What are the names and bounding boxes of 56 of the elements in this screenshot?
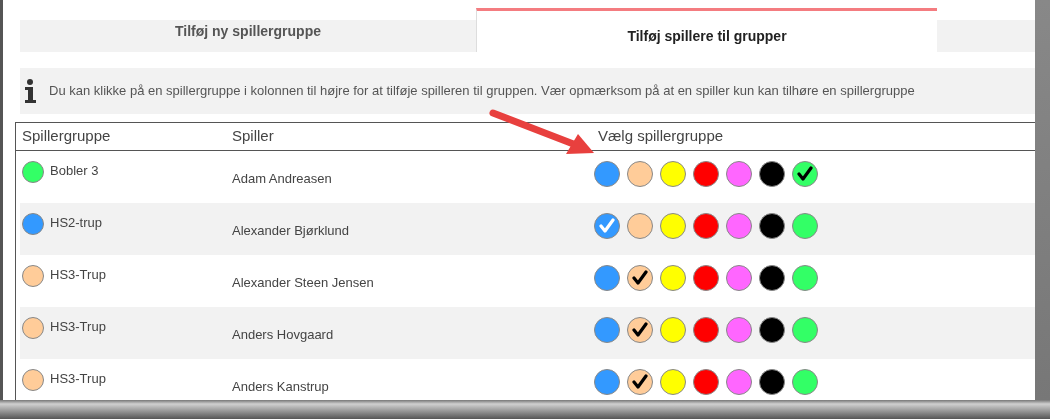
player-name: Adam Andreasen	[232, 171, 332, 186]
group-name: Bobler 3	[50, 162, 99, 180]
color-option[interactable]	[693, 213, 719, 239]
color-option[interactable]	[660, 213, 686, 239]
group-name: HS3-Trup	[50, 318, 106, 336]
color-option[interactable]	[792, 265, 818, 291]
info-text: Du kan klikke på en spillergruppe i kolonnen til højre for at tilføje spilleren til gruppen. Vær opmærksom på at en spiller kun kan tilhøre en spillergruppe	[49, 82, 915, 101]
color-option[interactable]	[660, 265, 686, 291]
color-option[interactable]	[594, 161, 620, 187]
check-icon	[632, 270, 648, 286]
color-option[interactable]	[627, 265, 653, 291]
tab[interactable]: Tilføj spillere til grupper	[476, 8, 937, 52]
player-name: Alexander Bjørklund	[232, 223, 350, 238]
group-name: HS3-Trup	[50, 370, 106, 388]
check-icon	[599, 218, 615, 234]
player-name: Alexander Steen Jensen	[232, 275, 374, 290]
color-option[interactable]	[759, 161, 785, 187]
color-option[interactable]	[594, 265, 620, 291]
color-option[interactable]	[792, 213, 818, 239]
check-icon	[632, 374, 648, 390]
group-name: HS3-Trup	[50, 266, 106, 284]
color-option[interactable]	[627, 369, 653, 395]
color-option[interactable]	[726, 213, 752, 239]
color-option[interactable]	[759, 213, 785, 239]
color-option[interactable]	[660, 161, 686, 187]
color-option[interactable]	[627, 213, 653, 239]
color-option[interactable]	[660, 369, 686, 395]
color-option[interactable]	[792, 161, 818, 187]
color-option[interactable]	[594, 369, 620, 395]
color-option[interactable]	[759, 317, 785, 343]
color-option[interactable]	[726, 369, 752, 395]
check-icon	[797, 166, 813, 182]
color-option[interactable]	[726, 265, 752, 291]
column-header: Spillergruppe	[21, 126, 112, 147]
color-option[interactable]	[792, 317, 818, 343]
player-name: Anders Hovgaard	[232, 327, 334, 342]
info-icon	[24, 79, 37, 103]
color-option[interactable]	[726, 317, 752, 343]
color-option[interactable]	[693, 317, 719, 343]
column-header: Vælg spillergruppe	[597, 126, 724, 147]
player-name: Anders Kanstrup	[232, 379, 329, 394]
column-header: Spiller	[231, 126, 275, 147]
color-option[interactable]	[594, 317, 620, 343]
color-option[interactable]	[594, 213, 620, 239]
color-option[interactable]	[759, 265, 785, 291]
color-option[interactable]	[792, 369, 818, 395]
color-option[interactable]	[726, 161, 752, 187]
color-option[interactable]	[759, 369, 785, 395]
color-option[interactable]	[627, 161, 653, 187]
group-name: HS2-trup	[50, 214, 103, 232]
color-option[interactable]	[693, 369, 719, 395]
color-option[interactable]	[693, 265, 719, 291]
color-option[interactable]	[627, 317, 653, 343]
color-option[interactable]	[660, 317, 686, 343]
color-option[interactable]	[693, 161, 719, 187]
check-icon	[632, 322, 648, 338]
